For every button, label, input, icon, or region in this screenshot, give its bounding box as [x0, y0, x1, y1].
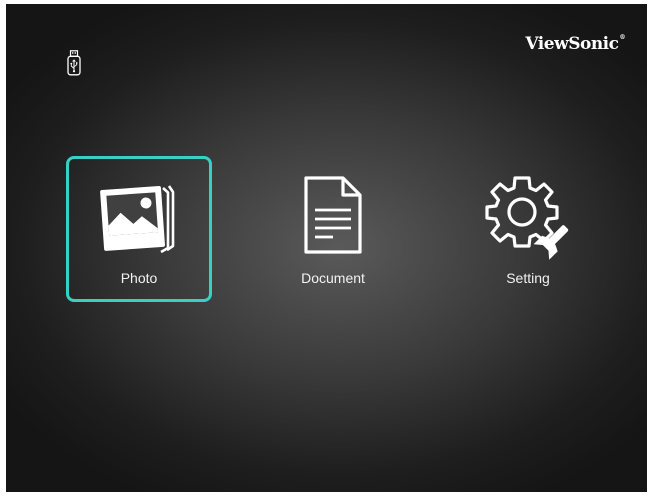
- gear-wrench-icon: [455, 174, 601, 260]
- viewsonic-logo: ViewSonic®: [525, 34, 625, 54]
- photo-icon: [69, 174, 209, 258]
- document-icon: [260, 174, 406, 258]
- brand-name: ViewSonic: [525, 34, 619, 54]
- menu-item-label: Photo: [120, 270, 158, 286]
- menu-item-photo[interactable]: Photo: [66, 156, 212, 302]
- projector-home-screen: ViewSonic® Photo Document Setting: [6, 4, 647, 492]
- menu-item-setting[interactable]: Setting: [455, 156, 601, 302]
- menu-item-label: Document: [301, 270, 365, 286]
- usb-drive-icon: [67, 50, 81, 76]
- menu-item-label: Setting: [506, 270, 550, 286]
- menu-item-document[interactable]: Document: [260, 156, 406, 302]
- registered-mark: ®: [619, 34, 626, 41]
